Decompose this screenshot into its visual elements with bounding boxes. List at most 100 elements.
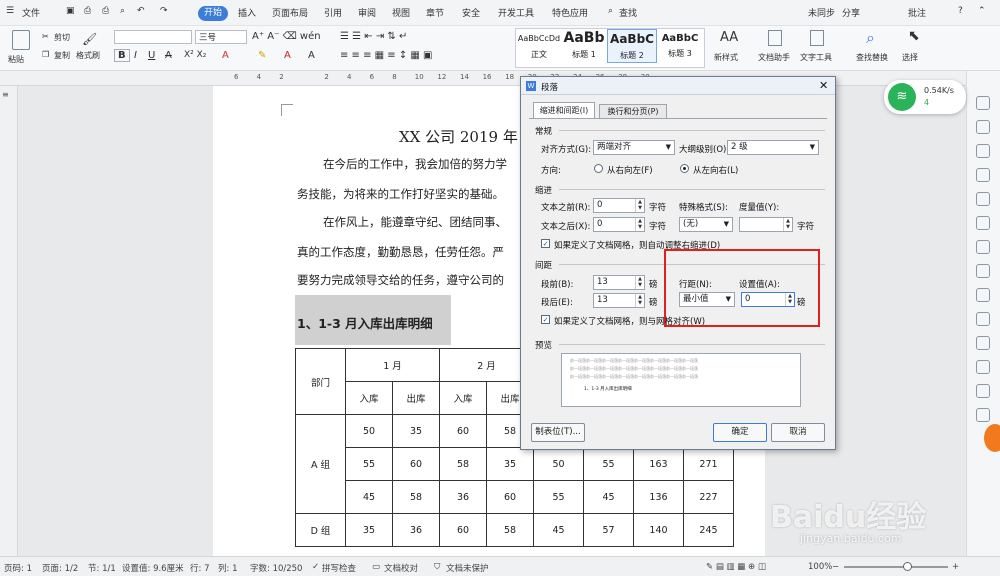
undo-icon[interactable]: ↶ bbox=[137, 6, 145, 16]
tab-security[interactable]: 安全 bbox=[462, 6, 480, 19]
before-input[interactable]: 13 ▲ ▼ bbox=[593, 275, 645, 290]
spinner-icon[interactable]: ▲ ▼ bbox=[783, 218, 792, 231]
status-setting[interactable]: 设置值: 9.6厘米 bbox=[122, 562, 184, 574]
sidebar-tool-icon[interactable] bbox=[976, 192, 990, 206]
tabs-button[interactable]: 制表位(T)... bbox=[531, 423, 585, 442]
spell-check-icon[interactable]: ✓ bbox=[312, 562, 319, 572]
ok-button[interactable]: 确定 bbox=[713, 423, 767, 442]
align-buttons-icon[interactable]: ≡ ≡ ≡ ▦ ≡ ↕ ▦ ▣ bbox=[340, 50, 433, 61]
zoom-out-icon[interactable]: − bbox=[832, 562, 839, 572]
print-icon[interactable]: ⎙ bbox=[102, 6, 109, 16]
style-normal[interactable]: AaBbCcDd 正文 bbox=[517, 34, 561, 68]
font-size-select[interactable]: 三号 bbox=[195, 30, 247, 44]
ltr-radio[interactable] bbox=[680, 164, 689, 173]
sidebar-tool-icon[interactable] bbox=[976, 168, 990, 182]
cut-icon[interactable]: ✂ bbox=[42, 32, 49, 41]
search-icon[interactable]: ⌕ bbox=[608, 6, 613, 16]
highlight-button[interactable]: ✎ bbox=[258, 50, 266, 61]
spinner-icon[interactable]: ▲ ▼ bbox=[635, 218, 644, 231]
spinner-icon[interactable]: ▲ ▼ bbox=[635, 294, 644, 307]
select-icon[interactable]: ⬉ bbox=[908, 28, 920, 44]
style-heading1[interactable]: AaBb 标题 1 bbox=[561, 30, 607, 64]
status-words[interactable]: 字数: 10/250 bbox=[250, 562, 302, 574]
sidebar-tool-icon[interactable] bbox=[976, 408, 990, 422]
after-input[interactable]: 13 ▲ ▼ bbox=[593, 293, 645, 308]
sidebar-tool-icon[interactable] bbox=[976, 360, 990, 374]
auto-indent-checkbox[interactable]: ✓ bbox=[541, 239, 550, 248]
network-speed-widget[interactable]: ≋ 0.54K/s 4 bbox=[884, 80, 966, 114]
proof-icon[interactable]: ▭ bbox=[372, 562, 380, 572]
doc-assistant-button[interactable]: 文档助手 bbox=[758, 52, 790, 63]
tab-line-page[interactable]: 换行和分页(P) bbox=[599, 104, 667, 118]
alignment-select[interactable]: 两端对齐 ▼ bbox=[593, 140, 675, 155]
redo-icon[interactable]: ↷ bbox=[160, 6, 168, 16]
status-proof[interactable]: 文档校对 bbox=[384, 562, 418, 574]
text-tools-icon[interactable] bbox=[810, 30, 824, 46]
status-spell[interactable]: 拼写检查 bbox=[322, 562, 356, 574]
save-icon[interactable]: ▣ bbox=[66, 6, 75, 16]
status-section[interactable]: 节: 1/1 bbox=[88, 562, 116, 574]
search-label[interactable]: 查找 bbox=[619, 6, 637, 19]
format-painter-button[interactable]: 格式刷 bbox=[76, 50, 100, 61]
file-menu[interactable]: 文件 bbox=[22, 6, 40, 19]
view-mode-icons[interactable]: ✎ ▤ ▥ ▦ ⊕ ◫ bbox=[706, 562, 766, 572]
format-painter-icon[interactable]: 🖌 bbox=[82, 32, 97, 46]
status-zoom[interactable]: 100% bbox=[808, 562, 832, 572]
vertical-ruler[interactable] bbox=[0, 86, 18, 556]
sidebar-tool-icon[interactable] bbox=[976, 216, 990, 230]
status-pages[interactable]: 页面: 1/2 bbox=[42, 562, 78, 574]
zoom-in-icon[interactable]: + bbox=[952, 562, 959, 572]
text-tools-button[interactable]: 文字工具 bbox=[800, 52, 832, 63]
tab-special-apps[interactable]: 特色应用 bbox=[552, 6, 588, 19]
shield-icon[interactable]: ⛉ bbox=[434, 562, 440, 572]
after-text-input[interactable]: 0 ▲ ▼ bbox=[593, 217, 645, 232]
outline-select[interactable]: 2 级 ▼ bbox=[727, 140, 819, 155]
style-heading2[interactable]: AaBbC 标题 2 bbox=[607, 29, 657, 63]
italic-button[interactable]: I bbox=[134, 50, 137, 61]
tab-chapter[interactable]: 章节 bbox=[426, 6, 444, 19]
floating-assistant-icon[interactable] bbox=[984, 424, 1000, 452]
help-button[interactable]: ? bbox=[958, 6, 963, 16]
grow-font-icon[interactable]: A⁺ A⁻ ⌫ wén bbox=[252, 31, 321, 42]
font-effect-button[interactable]: A bbox=[222, 50, 229, 61]
list-buttons-icon[interactable]: ☰ ☰ ⇤ ⇥ ⇅ ↵ bbox=[340, 31, 407, 42]
font-color-button[interactable]: A bbox=[284, 50, 291, 61]
share-button[interactable]: 分享 bbox=[842, 6, 860, 19]
tab-insert[interactable]: 插入 bbox=[238, 6, 256, 19]
spinner-icon[interactable]: ▲ ▼ bbox=[635, 199, 644, 212]
tab-start[interactable]: 开始 bbox=[198, 6, 228, 21]
bold-button[interactable]: B bbox=[114, 49, 130, 62]
paste-icon[interactable] bbox=[12, 30, 30, 50]
export-icon[interactable]: ⎙ bbox=[84, 6, 91, 16]
find-replace-button[interactable]: 查找替换 bbox=[856, 52, 888, 63]
cut-button[interactable]: 剪切 bbox=[54, 32, 70, 43]
spinner-icon[interactable]: ▲ ▼ bbox=[635, 276, 644, 289]
tab-indent-spacing[interactable]: 缩进和间距(I) bbox=[533, 102, 595, 118]
special-select[interactable]: (无) ▼ bbox=[679, 217, 733, 232]
underline-button[interactable]: U bbox=[148, 50, 155, 61]
sidebar-tool-icon[interactable] bbox=[976, 264, 990, 278]
sidebar-tool-icon[interactable] bbox=[976, 336, 990, 350]
sync-status[interactable]: 未同步 bbox=[808, 6, 835, 19]
horizontal-ruler[interactable]: 64224681012141618202224262830 bbox=[0, 71, 1000, 86]
menu-icon[interactable]: ☰ bbox=[6, 6, 14, 16]
before-text-input[interactable]: 0 ▲ ▼ bbox=[593, 198, 645, 213]
sidebar-tool-icon[interactable] bbox=[976, 288, 990, 302]
select-button[interactable]: 选择 bbox=[902, 52, 918, 63]
copy-button[interactable]: 复制 bbox=[54, 50, 70, 61]
tab-view[interactable]: 视图 bbox=[392, 6, 410, 19]
tab-developer[interactable]: 开发工具 bbox=[498, 6, 534, 19]
superscript-button[interactable]: X² X₂ bbox=[184, 50, 206, 60]
status-col[interactable]: 列: 1 bbox=[218, 562, 237, 574]
grid-align-checkbox[interactable]: ✓ bbox=[541, 315, 550, 324]
tab-reference[interactable]: 引用 bbox=[324, 6, 342, 19]
sidebar-tool-icon[interactable] bbox=[976, 312, 990, 326]
font-name-select[interactable] bbox=[114, 30, 192, 44]
measure-input[interactable]: ▲ ▼ bbox=[739, 217, 793, 232]
tab-page-layout[interactable]: 页面布局 bbox=[272, 6, 308, 19]
print-preview-icon[interactable]: ⌕ bbox=[120, 6, 125, 16]
doc-assistant-icon[interactable] bbox=[768, 30, 782, 46]
zoom-slider-thumb[interactable] bbox=[903, 562, 912, 571]
new-style-button[interactable]: 新样式 bbox=[714, 52, 738, 63]
dialog-titlebar[interactable]: W 段落 ✕ bbox=[521, 77, 835, 95]
